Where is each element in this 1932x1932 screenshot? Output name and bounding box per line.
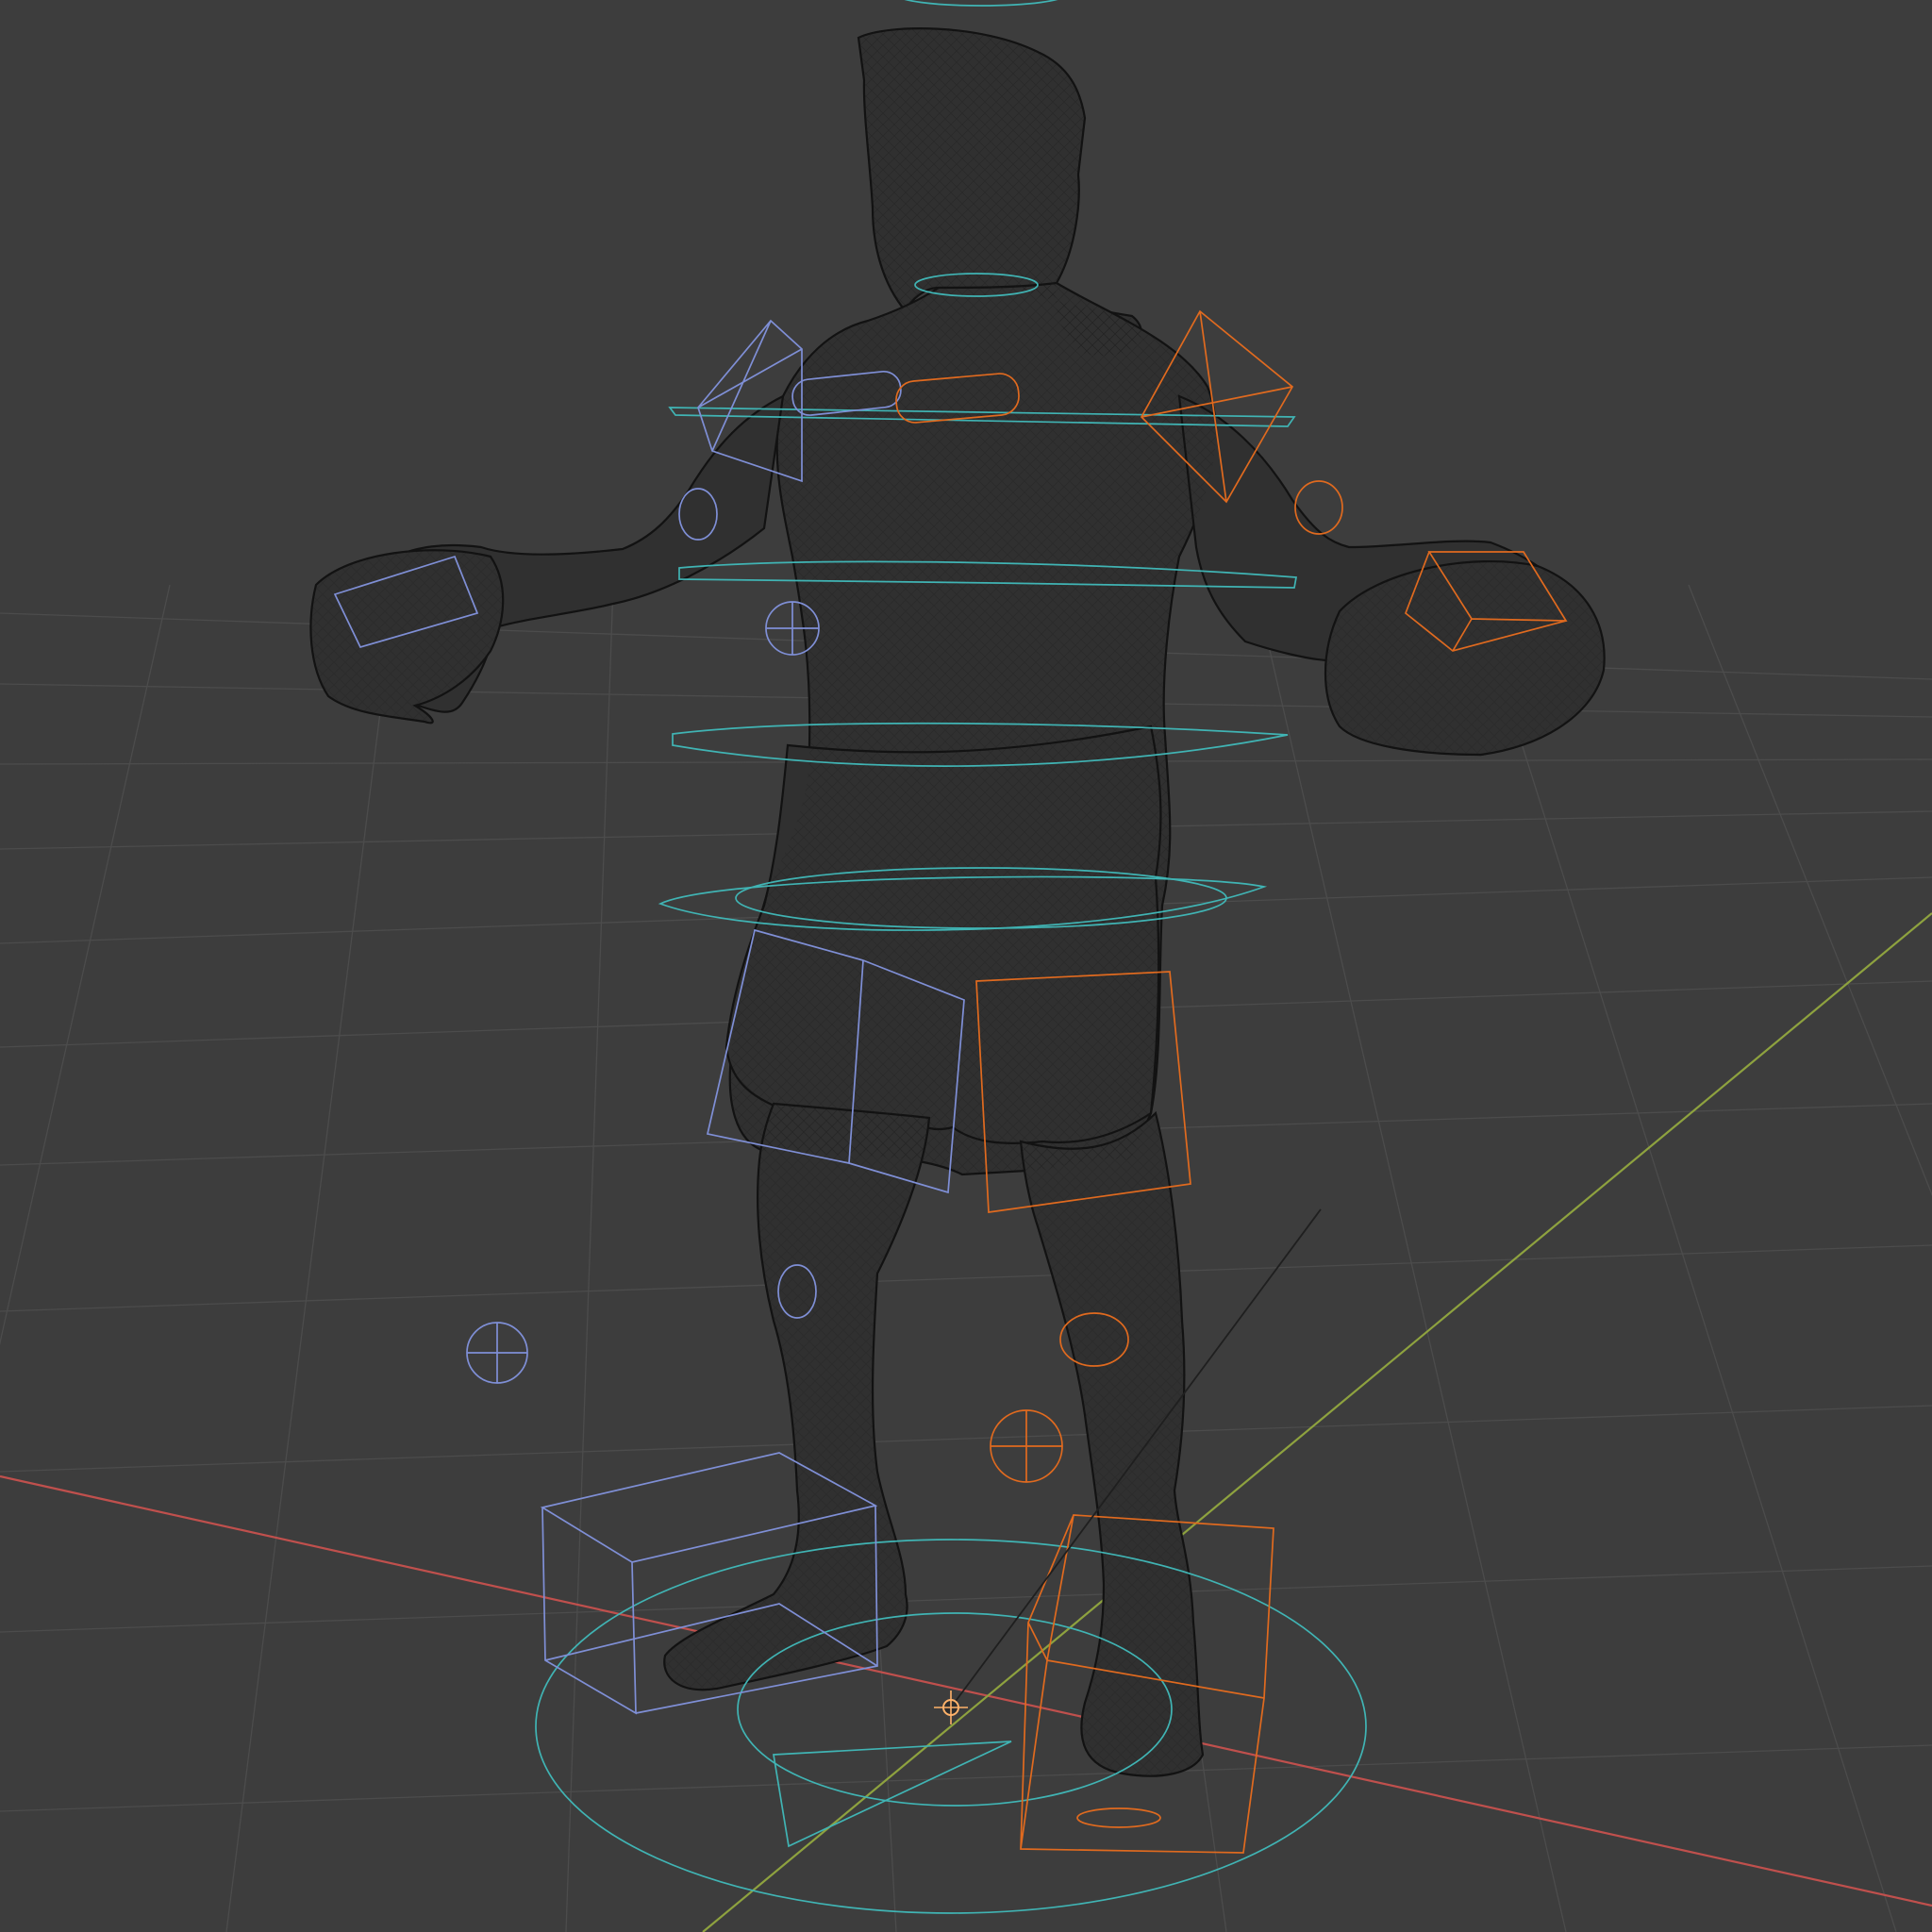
boxer-mesh[interactable] — [309, 27, 1606, 1777]
3d-viewport[interactable] — [0, 0, 1932, 1932]
x-axis-line — [0, 1474, 1932, 1907]
viewport-canvas[interactable] — [0, 0, 1932, 1932]
origin-cross — [934, 1690, 968, 1724]
root-direction-control[interactable] — [773, 1740, 1012, 1848]
top-control-ring[interactable] — [896, 0, 1066, 7]
right-ankle-control[interactable] — [1076, 1807, 1161, 1828]
right-elbow-control[interactable] — [1294, 480, 1343, 535]
